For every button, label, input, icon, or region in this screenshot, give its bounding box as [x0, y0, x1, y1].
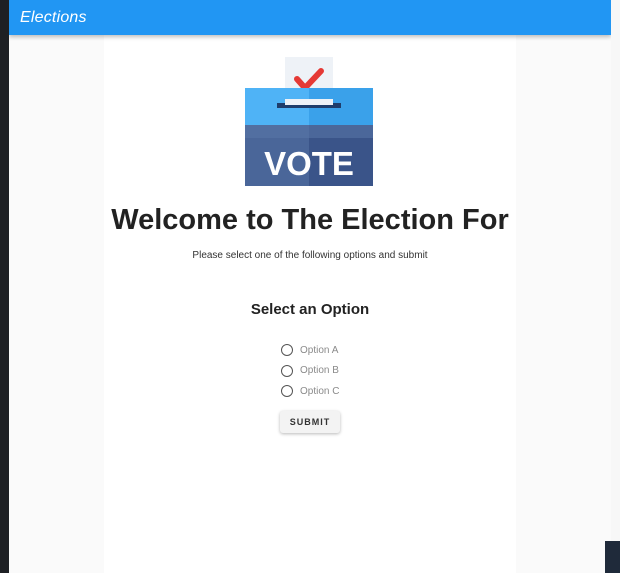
app-window: Elections VOTE Welcome to The Election F… — [9, 0, 611, 573]
radio-option-c[interactable] — [281, 385, 293, 398]
ballot-paper-bottom — [285, 99, 333, 105]
ballot-box-vote-icon: VOTE — [245, 57, 373, 186]
vote-text: VOTE — [264, 145, 354, 182]
submit-button[interactable]: SUBMIT — [280, 411, 340, 433]
radio-option-b[interactable] — [281, 364, 293, 377]
section-heading: Select an Option — [250, 301, 370, 318]
option-radio-group: Option A Option B Option C — [281, 340, 339, 402]
background-window-corner — [605, 541, 620, 573]
app-bar: Elections — [9, 0, 611, 35]
window-edge — [611, 0, 620, 573]
option-c-label: Option C — [300, 385, 340, 397]
option-a[interactable]: Option A — [281, 340, 339, 361]
option-a-label: Option A — [300, 344, 339, 356]
option-b[interactable]: Option B — [281, 361, 339, 382]
page-title: Welcome to The Election For — [111, 204, 509, 236]
option-c[interactable]: Option C — [281, 381, 339, 402]
ballot-box-band — [245, 125, 373, 138]
page-subtitle: Please select one of the following optio… — [192, 250, 428, 261]
app-title: Elections — [20, 8, 87, 26]
radio-option-a[interactable] — [281, 344, 293, 357]
option-b-label: Option B — [300, 365, 339, 377]
